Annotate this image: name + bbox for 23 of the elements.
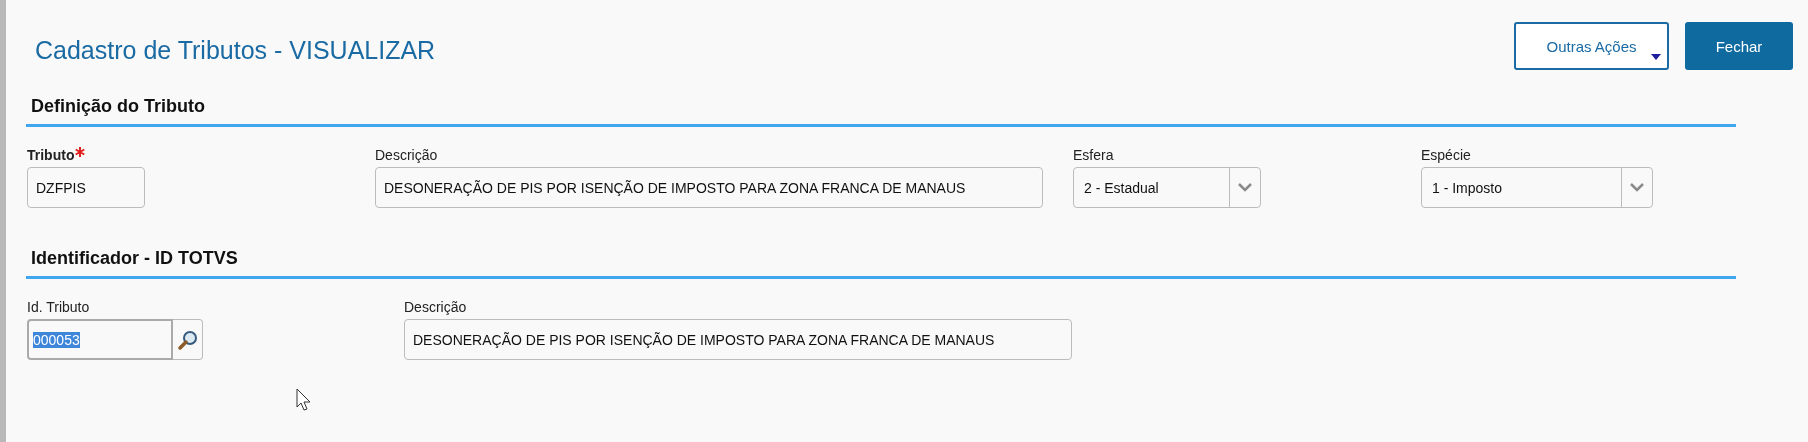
caret-icon	[1651, 54, 1661, 60]
select-field[interactable]: 1 - Imposto	[1421, 167, 1653, 208]
text-field[interactable]: DESONERAÇÃO DE PIS POR ISENÇÃO DE IMPOSTO PARA ZONA FRANCA DE MANAUS	[375, 167, 1043, 208]
section-title: Definição do Tributo	[26, 96, 1736, 127]
text-field[interactable]: DZFPIS	[27, 167, 145, 208]
chevron-down-icon	[1238, 183, 1252, 192]
close-button[interactable]: Fechar	[1685, 22, 1793, 70]
search-icon	[176, 328, 199, 351]
chevron-down-icon	[1630, 183, 1644, 192]
text-field[interactable]: DESONERAÇÃO DE PIS POR ISENÇÃO DE IMPOSTO PARA ZONA FRANCA DE MANAUS	[404, 319, 1072, 360]
input-field[interactable]: 000053	[27, 319, 173, 360]
field-label: Descrição	[404, 299, 468, 316]
field-label: Esfera	[1073, 147, 1115, 164]
field-label: Id. Tributo	[27, 299, 91, 316]
section-title: Identificador - ID TOTVS	[26, 248, 1736, 279]
select-field[interactable]: 2 - Estadual	[1073, 167, 1261, 208]
page-title: Cadastro de Tributos - VISUALIZAR	[35, 36, 436, 65]
search-button[interactable]	[173, 319, 203, 360]
field-label: Tributo	[27, 147, 145, 164]
field-label: Espécie	[1421, 147, 1472, 164]
field-label: Descrição	[375, 147, 439, 164]
mouse-pointer-icon	[296, 388, 312, 412]
other-actions-button[interactable]: Outras Ações	[1514, 22, 1669, 70]
